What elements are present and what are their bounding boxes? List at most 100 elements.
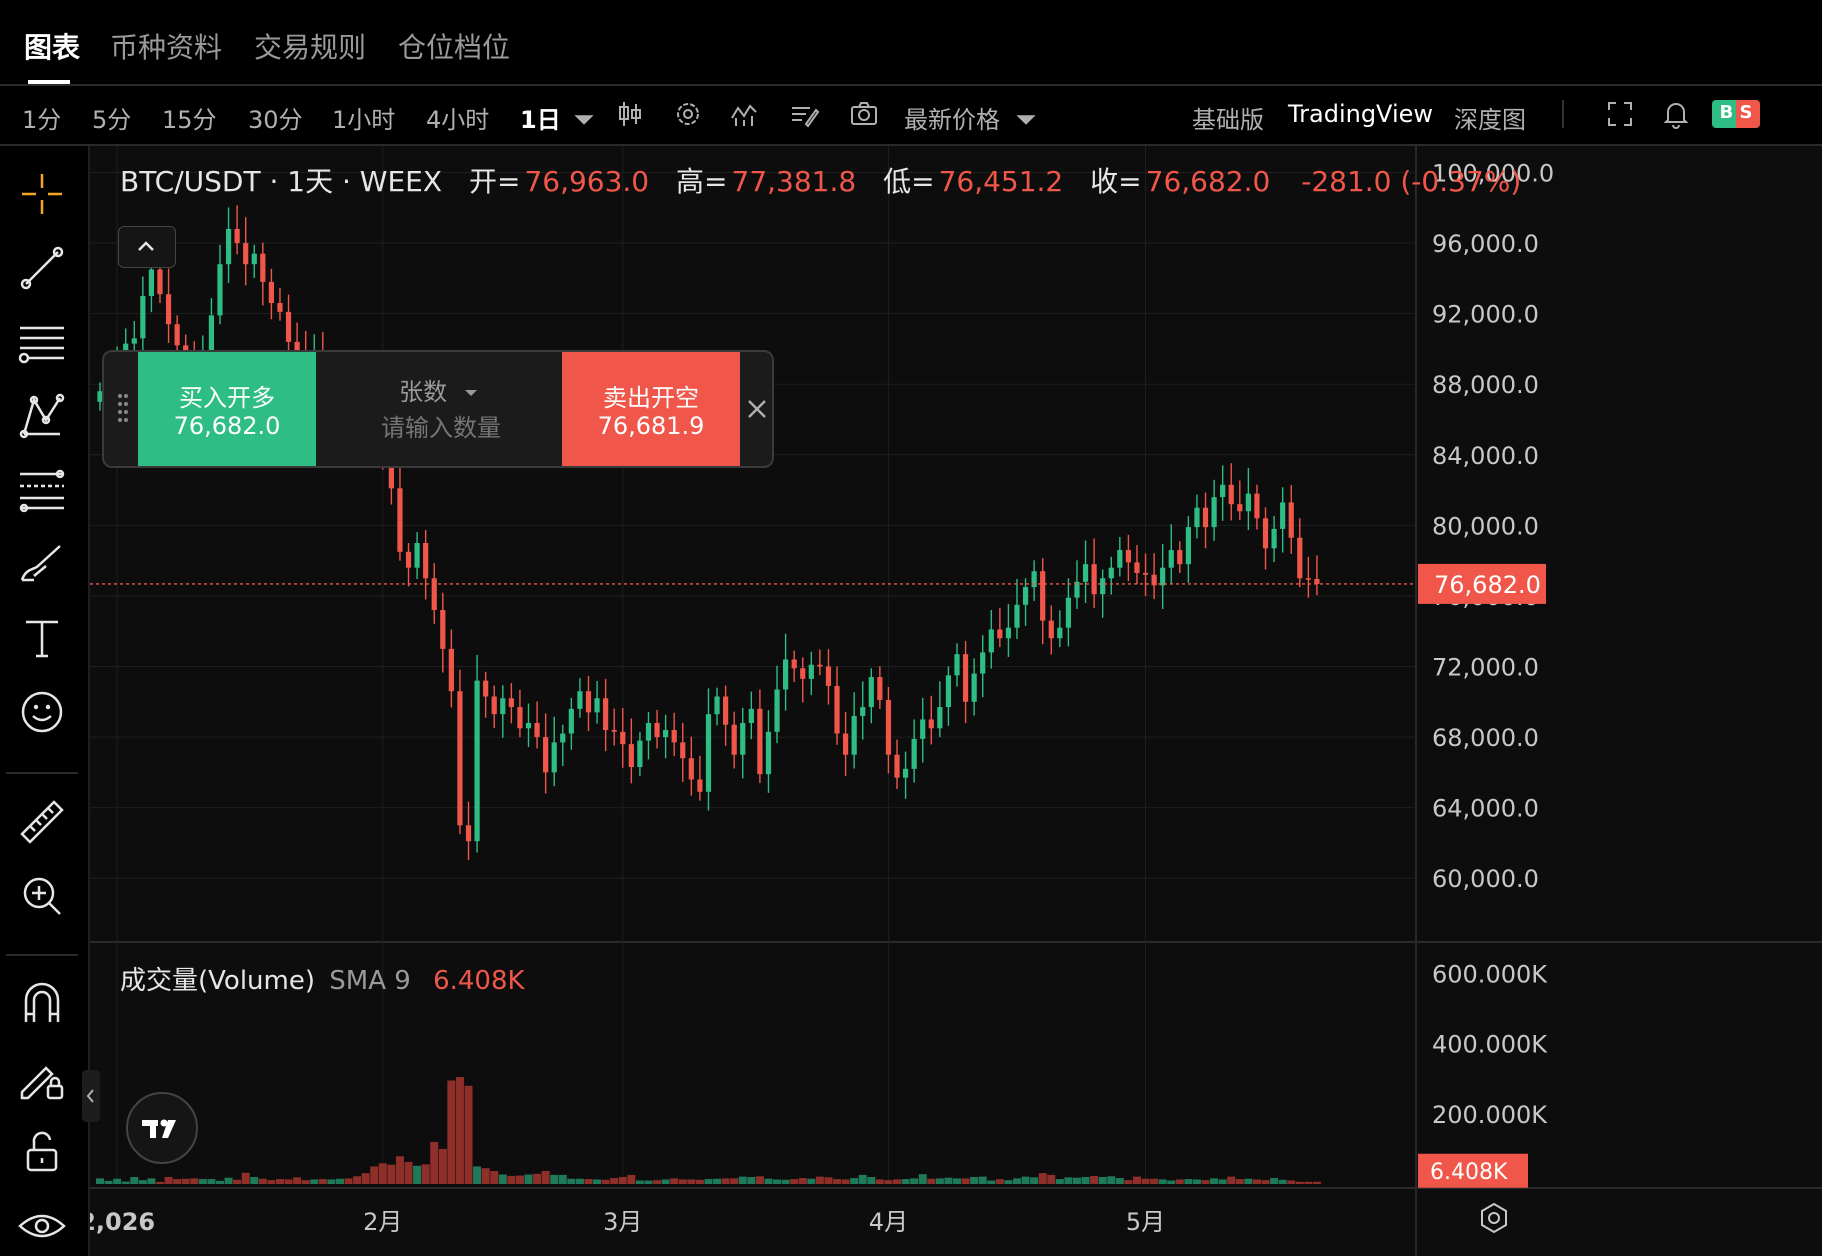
volume-bar [447, 1080, 456, 1184]
template-icon[interactable] [788, 98, 820, 130]
volume-sma-value: 6.408K [433, 966, 525, 996]
quantity-input[interactable] [316, 414, 566, 444]
tab-coin-info[interactable]: 币种资料 [110, 26, 222, 66]
volume-bar [618, 1176, 627, 1184]
candle-body [680, 742, 686, 759]
chevron-down-icon[interactable] [568, 104, 594, 125]
magnet-icon[interactable] [16, 978, 68, 1030]
candle-body [902, 768, 909, 778]
volume-bar [430, 1141, 439, 1184]
candle-body [1100, 578, 1106, 595]
view-basic[interactable]: 基础版 [1192, 100, 1264, 135]
interval-30m[interactable]: 30分 [248, 100, 303, 135]
volume-bar [1175, 1179, 1184, 1184]
interval-15m[interactable]: 15分 [162, 100, 217, 135]
volume-bar [113, 1178, 122, 1184]
volume-bar [773, 1179, 782, 1184]
tab-trading-rules[interactable]: 交易规则 [254, 26, 366, 66]
volume-bar [250, 1176, 259, 1184]
quick-order-panel: 买入开多 76,682.0 张数 卖出开空 76,681.9 [102, 350, 774, 468]
pattern-icon[interactable] [16, 390, 68, 442]
tab-position-tiers[interactable]: 仓位档位 [398, 26, 510, 66]
candle-body [1280, 502, 1286, 529]
price-tick-label: 96,000.0 [1432, 230, 1539, 258]
view-tradingview[interactable]: TradingView [1288, 100, 1433, 128]
eye-icon[interactable] [16, 1200, 68, 1252]
volume-bar [1030, 1177, 1039, 1184]
candle-body [603, 698, 609, 731]
ruler-icon[interactable] [16, 796, 68, 848]
volume-tick-label: 200.000K [1432, 1101, 1548, 1129]
settings-icon[interactable] [672, 98, 704, 130]
candle-body [234, 228, 240, 244]
fib-retracement-icon[interactable] [16, 464, 68, 516]
candle-body [954, 654, 960, 676]
camera-icon[interactable] [848, 98, 880, 130]
candle-body [483, 680, 489, 697]
fullscreen-icon[interactable] [1604, 98, 1636, 130]
buy-long-button[interactable]: 买入开多 76,682.0 [138, 352, 316, 466]
candle-body [1297, 537, 1303, 579]
candle-body [174, 324, 180, 346]
candle-body [260, 253, 266, 282]
volume-bar [807, 1178, 816, 1184]
drag-handle-icon[interactable] [116, 392, 130, 424]
volume-bar [301, 1180, 310, 1184]
candle-body [911, 738, 917, 769]
candle-body [971, 673, 977, 702]
tradingview-logo-icon[interactable] [126, 1092, 198, 1164]
tab-chart[interactable]: 图表 [24, 26, 80, 66]
candle-body [877, 677, 883, 701]
volume-bar [1141, 1178, 1150, 1184]
symbol-label[interactable]: BTC/USDT · 1天 · WEEX [120, 165, 442, 198]
tool-separator [6, 772, 78, 774]
panel-collapse-handle[interactable] [82, 1070, 100, 1122]
indicators-icon[interactable] [728, 98, 760, 130]
interval-1d[interactable]: 1日 [520, 100, 561, 135]
interval-1m[interactable]: 1分 [22, 100, 61, 135]
candle-body [697, 779, 703, 792]
collapse-legend-button[interactable] [118, 226, 176, 268]
bell-icon[interactable] [1660, 98, 1692, 130]
buy-label: 买入开多 [179, 384, 275, 412]
candle-body [1142, 572, 1149, 575]
unlock-icon[interactable] [16, 1126, 68, 1178]
candle-body [825, 666, 832, 686]
buy-sell-badge-icon[interactable]: B S [1712, 100, 1760, 128]
interval-1h[interactable]: 1小时 [332, 100, 395, 135]
text-tool-icon[interactable] [16, 612, 68, 664]
brush-icon[interactable] [16, 538, 68, 590]
emoji-icon[interactable] [16, 686, 68, 738]
edit-lock-icon[interactable] [16, 1052, 68, 1104]
view-depth[interactable]: 深度图 [1454, 100, 1526, 135]
candle-body [1040, 571, 1046, 621]
price-type-select[interactable]: 最新价格 [904, 100, 1000, 135]
candle-type-icon[interactable] [614, 98, 646, 130]
close-icon[interactable] [746, 394, 768, 424]
volume-bar [1115, 1178, 1124, 1184]
volume-bar [721, 1178, 730, 1184]
volume-bar [961, 1178, 970, 1184]
candle-body [791, 659, 797, 669]
chevron-down-icon[interactable] [1010, 104, 1036, 125]
horizontal-lines-icon[interactable] [16, 316, 68, 368]
interval-5m[interactable]: 5分 [92, 100, 131, 135]
candle-body [431, 578, 437, 611]
quantity-unit-select[interactable]: 张数 [316, 372, 562, 407]
volume-bar [1072, 1177, 1081, 1184]
volume-bar [327, 1179, 336, 1184]
sell-short-button[interactable]: 卖出开空 76,681.9 [562, 352, 740, 466]
interval-4h[interactable]: 4小时 [426, 100, 489, 135]
volume-bar [824, 1177, 833, 1184]
candle-body [937, 707, 943, 729]
volume-bar [815, 1176, 824, 1184]
candlestick-chart[interactable]: 100,000.096,000.092,000.088,000.084,000.… [90, 146, 1822, 1256]
zoom-in-icon[interactable] [16, 870, 68, 922]
candle-body [1245, 493, 1251, 512]
high-value: 77,381.8 [731, 165, 857, 198]
trend-line-icon[interactable] [16, 242, 68, 294]
crosshair-icon[interactable] [16, 168, 68, 220]
change-value: -281.0 (-0.37%) [1301, 165, 1522, 198]
candle-body [834, 685, 840, 734]
chart-area[interactable]: 100,000.0 96,000.0 92,000.0 88,000.0 84,000.… [90, 146, 1822, 1256]
